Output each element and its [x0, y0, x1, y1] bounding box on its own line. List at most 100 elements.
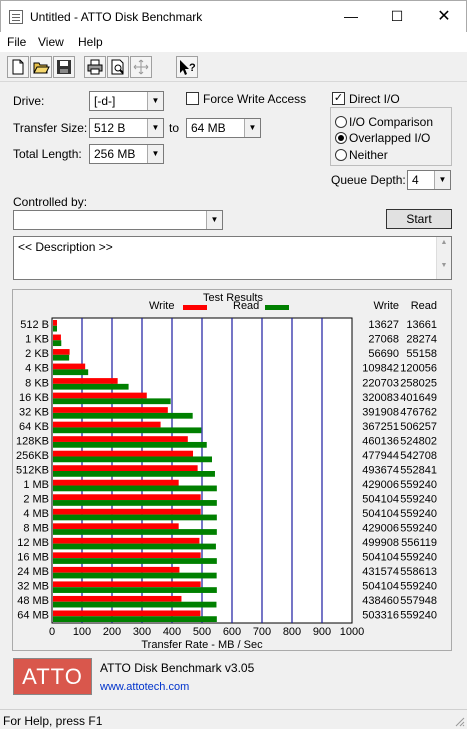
- read-value: 552841: [400, 464, 437, 476]
- x-axis-title: Transfer Rate - MB / Sec: [141, 639, 263, 651]
- new-icon[interactable]: [7, 56, 29, 78]
- overlapped-io-radio[interactable]: [335, 132, 347, 144]
- read-bar: [53, 325, 58, 332]
- total-length-select[interactable]: 256 MB ▼: [89, 144, 164, 164]
- read-bar: [53, 354, 70, 361]
- x-tick-label: 600: [223, 626, 241, 638]
- minimize-button[interactable]: —: [328, 1, 374, 32]
- print-icon[interactable]: [84, 56, 106, 78]
- move-icon[interactable]: [130, 56, 152, 78]
- description-scrollbar[interactable]: ▲ ▼: [436, 237, 451, 279]
- write-bar: [53, 508, 201, 515]
- force-write-checkbox[interactable]: [186, 92, 199, 105]
- write-bar: [53, 334, 61, 341]
- results-chart: Test ResultsWrite Read Write Read0 100 200 300…: [16, 292, 437, 651]
- menu-file[interactable]: File: [7, 35, 26, 49]
- queue-depth-value: 4: [412, 173, 419, 187]
- write-column-header: Write: [374, 300, 399, 312]
- menu-help[interactable]: Help: [78, 35, 103, 49]
- queue-depth-select[interactable]: 4 ▼: [407, 170, 451, 190]
- read-bar: [53, 587, 217, 593]
- write-bar: [53, 465, 198, 471]
- read-value: 506257: [400, 421, 437, 433]
- read-value: 55158: [406, 348, 437, 360]
- chevron-down-icon: ▼: [147, 145, 163, 163]
- direct-io-label: Direct I/O: [349, 92, 400, 106]
- close-button[interactable]: ✕: [421, 1, 467, 32]
- read-value: 557948: [400, 595, 437, 607]
- help-icon[interactable]: ?: [176, 56, 198, 78]
- write-bar: [53, 479, 179, 486]
- category-label: 512 B: [20, 319, 49, 331]
- start-button[interactable]: Start: [386, 209, 452, 229]
- queue-depth-label: Queue Depth:: [331, 173, 406, 187]
- resize-grip-icon[interactable]: [453, 715, 465, 727]
- category-label: 512KB: [16, 464, 49, 476]
- transfer-from-value: 512 B: [94, 121, 126, 135]
- category-label: 4 KB: [25, 363, 49, 375]
- logo-text: ATTO: [22, 664, 83, 689]
- read-bar: [53, 456, 212, 463]
- io-comparison-radio[interactable]: [335, 116, 347, 128]
- write-bar: [53, 552, 201, 559]
- write-bar: [53, 537, 200, 544]
- test-results-panel: Test Results Write Read Write Read 0 100 200 300…: [12, 289, 452, 651]
- atto-logo: ATTO: [13, 658, 92, 695]
- read-bar: [53, 543, 216, 550]
- controlled-by-select[interactable]: ▼: [13, 210, 223, 230]
- read-bar: [53, 500, 217, 506]
- x-tick-label: 800: [283, 626, 301, 638]
- force-write-label: Force Write Access: [203, 92, 307, 106]
- read-value: 258025: [400, 377, 437, 389]
- category-label: 8 KB: [25, 377, 49, 389]
- transfer-to-select[interactable]: 64 MB ▼: [186, 118, 261, 138]
- description-text: << Description >>: [18, 240, 113, 254]
- read-value: 559240: [400, 523, 437, 535]
- legend-read-label: Read: [233, 300, 259, 312]
- x-tick-label: 200: [103, 626, 121, 638]
- read-bar: [53, 558, 217, 564]
- write-value: 391908: [362, 406, 399, 418]
- menu-view[interactable]: View: [38, 35, 64, 49]
- chevron-down-icon: ▼: [147, 119, 163, 137]
- x-tick-label: 700: [253, 626, 271, 638]
- write-bar: [53, 349, 70, 355]
- direct-io-checkbox[interactable]: ✓: [332, 92, 345, 105]
- x-tick-label: 1000: [340, 626, 364, 638]
- status-bar: For Help, press F1: [0, 709, 467, 729]
- drive-select[interactable]: [-d-] ▼: [89, 91, 164, 111]
- transfer-size-label: Transfer Size:: [13, 121, 88, 135]
- svg-text:?: ?: [189, 62, 196, 74]
- read-bar: [53, 412, 193, 419]
- category-label: 256KB: [16, 450, 49, 462]
- write-bar: [53, 566, 180, 573]
- chevron-down-icon: ▼: [244, 119, 260, 137]
- read-bar: [53, 427, 202, 434]
- description-textbox[interactable]: << Description >> ▲ ▼: [13, 236, 452, 280]
- read-value: 559240: [400, 508, 437, 520]
- x-tick-label: 300: [133, 626, 151, 638]
- save-icon[interactable]: [53, 56, 75, 78]
- read-bar: [53, 514, 217, 521]
- neither-radio[interactable]: [335, 149, 347, 161]
- read-value: 559240: [400, 552, 437, 564]
- title-bar: Untitled - ATTO Disk Benchmark — ☐ ✕: [0, 0, 467, 32]
- write-value: 504104: [362, 508, 399, 520]
- open-icon[interactable]: [30, 56, 52, 78]
- read-bar: [53, 485, 217, 492]
- x-tick-label: 0: [49, 626, 55, 638]
- website-link[interactable]: www.attotech.com: [100, 681, 189, 693]
- write-value: 504104: [362, 552, 399, 564]
- category-label: 1 MB: [23, 479, 49, 491]
- transfer-from-select[interactable]: 512 B ▼: [89, 118, 164, 138]
- x-tick-label: 900: [313, 626, 331, 638]
- print-preview-icon[interactable]: [107, 56, 129, 78]
- total-length-label: Total Length:: [13, 147, 82, 161]
- read-value: 120056: [400, 363, 437, 375]
- write-value: 504104: [362, 581, 399, 593]
- read-bar: [53, 340, 62, 347]
- category-label: 32 KB: [19, 406, 49, 418]
- legend-read-swatch: [265, 305, 289, 310]
- maximize-button[interactable]: ☐: [374, 1, 420, 32]
- category-label: 16 KB: [19, 392, 49, 404]
